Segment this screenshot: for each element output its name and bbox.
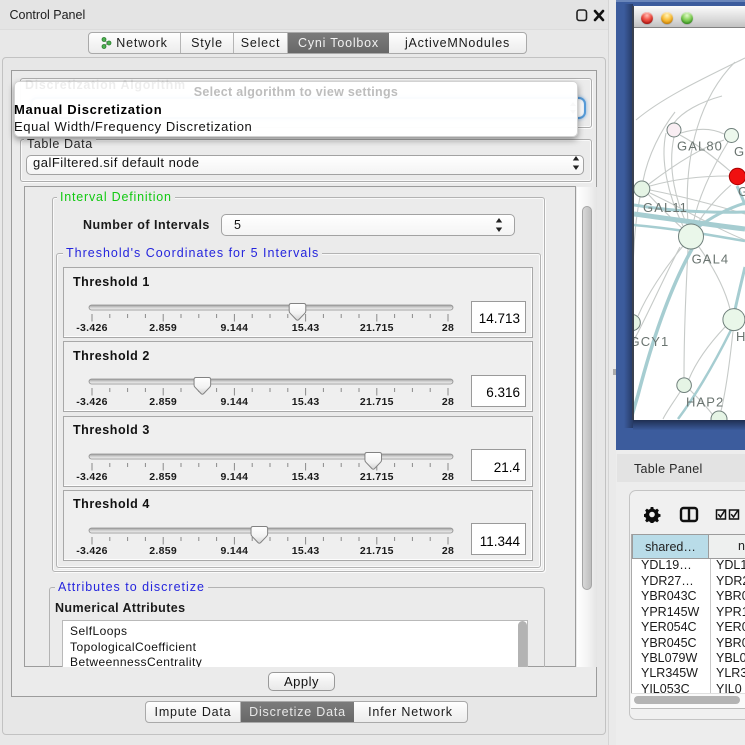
- svg-text:15.43: 15.43: [292, 322, 320, 334]
- svg-text:GAL11: GAL11: [643, 200, 688, 215]
- svg-text:2.859: 2.859: [149, 545, 177, 557]
- svg-text:15.43: 15.43: [292, 545, 320, 557]
- svg-text:GA: GA: [734, 144, 745, 159]
- svg-text:28: 28: [442, 471, 454, 483]
- svg-text:-3.426: -3.426: [76, 471, 108, 483]
- svg-text:15.43: 15.43: [292, 471, 320, 483]
- svg-text:28: 28: [442, 545, 454, 557]
- svg-text:21.715: 21.715: [360, 322, 394, 334]
- svg-text:2.859: 2.859: [149, 322, 177, 334]
- svg-text:HI: HI: [736, 329, 745, 344]
- svg-text:GAL4: GAL4: [692, 252, 730, 267]
- svg-text:-3.426: -3.426: [76, 545, 108, 557]
- svg-text:9.144: 9.144: [221, 322, 249, 334]
- svg-text:28: 28: [442, 322, 454, 334]
- svg-text:-3.426: -3.426: [76, 322, 108, 334]
- svg-text:GAL80: GAL80: [677, 139, 723, 154]
- svg-text:G: G: [738, 184, 745, 199]
- svg-text:9.144: 9.144: [221, 396, 249, 408]
- svg-text:9.144: 9.144: [221, 471, 249, 483]
- svg-text:2.859: 2.859: [149, 471, 177, 483]
- svg-text:28: 28: [442, 396, 454, 408]
- svg-text:21.715: 21.715: [360, 471, 394, 483]
- svg-text:21.715: 21.715: [360, 396, 394, 408]
- svg-text:21.715: 21.715: [360, 545, 394, 557]
- svg-text:GCY1: GCY1: [634, 334, 669, 349]
- svg-text:15.43: 15.43: [292, 396, 320, 408]
- svg-text:2.859: 2.859: [149, 396, 177, 408]
- svg-text:9.144: 9.144: [221, 545, 249, 557]
- svg-text:HAP2: HAP2: [686, 394, 724, 409]
- svg-text:-3.426: -3.426: [76, 396, 108, 408]
